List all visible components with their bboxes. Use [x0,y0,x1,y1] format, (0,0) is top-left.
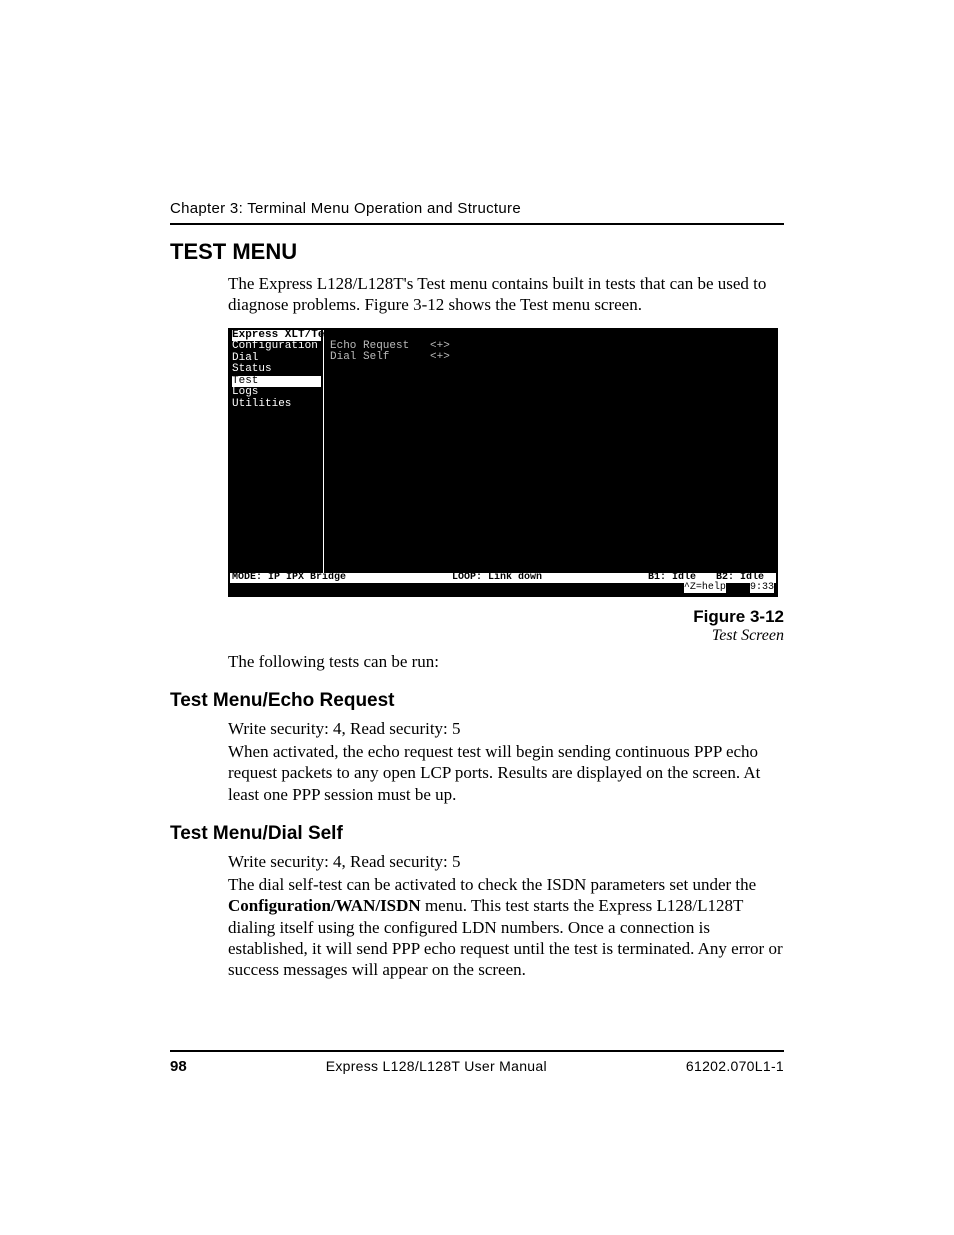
page-footer: 98 Express L128/L128T User Manual 61202.… [170,1050,784,1075]
dialself-body: The dial self-test can be activated to c… [228,874,784,980]
terminal-help-line: ^Z=help 9:33 [230,583,776,595]
section-title: TEST MENU [170,239,784,265]
help-key: ^Z=help [684,582,726,593]
manual-title: Express L128/L128T User Manual [187,1058,686,1074]
echo-body: When activated, the echo request test wi… [228,741,784,805]
echo-security: Write security: 4, Read security: 5 [228,718,784,739]
dialself-security: Write security: 4, Read security: 5 [228,851,784,872]
dialself-heading: Test Menu/Dial Self [170,823,784,845]
status-mode: MODE: IP IPX Bridge [232,573,346,584]
chapter-header: Chapter 3: Terminal Menu Operation and S… [170,200,784,217]
echo-heading: Test Menu/Echo Request [170,690,784,712]
followup-text: The following tests can be run: [228,651,784,672]
row-action: <+> [430,352,450,364]
page: Chapter 3: Terminal Menu Operation and S… [0,0,954,1235]
help-time: 9:33 [750,582,774,593]
doc-id: 61202.070L1-1 [686,1058,784,1074]
sidebar-item: Configuration [232,341,321,353]
status-loop: LOOP: Link down [452,573,542,584]
figure-3-12: Express XLT/Test Configuration Dial Stat… [228,328,784,597]
sidebar-item: Status [232,364,321,376]
dialself-bold: Configuration/WAN/ISDN [228,896,421,915]
figure-caption: Figure 3-12 Test Screen [228,607,784,645]
sidebar-item: Utilities [232,399,321,411]
header-rule [170,223,784,225]
terminal-screenshot: Express XLT/Test Configuration Dial Stat… [228,328,778,597]
figure-title: Test Screen [712,627,784,644]
page-number: 98 [170,1058,187,1075]
terminal-row: Echo Request <+> [330,341,772,353]
terminal-row: Dial Self <+> [330,352,772,364]
section-intro: The Express L128/L128T's Test menu conta… [228,273,784,316]
figure-number: Figure 3-12 [228,607,784,627]
dialself-body-pre: The dial self-test can be activated to c… [228,875,756,894]
row-label: Dial Self [330,352,430,364]
